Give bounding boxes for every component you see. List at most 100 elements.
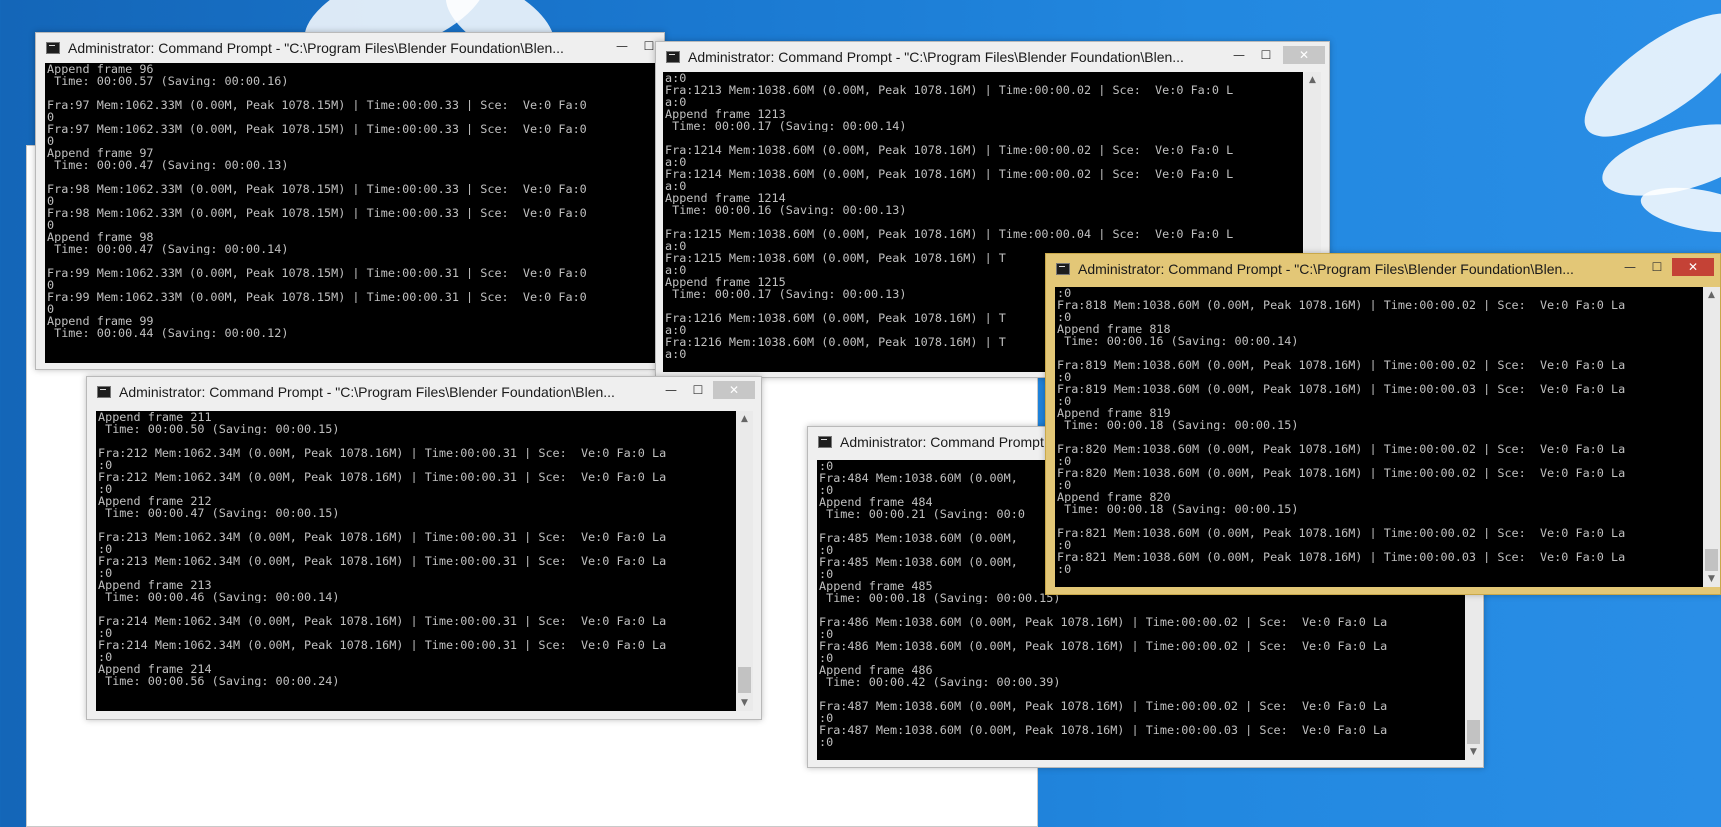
minimize-button[interactable]: —: [658, 381, 684, 399]
console-line: :0: [1057, 287, 1072, 299]
title-bar[interactable]: Administrator: Command Prompt - "C:\Prog…: [656, 42, 1329, 72]
console-line: Append frame 1214: [665, 192, 786, 204]
close-button[interactable]: ✕: [1283, 46, 1325, 64]
minimize-button[interactable]: —: [609, 37, 635, 55]
console-line: Append frame 99: [47, 315, 154, 327]
cmd-window-5-active[interactable]: Administrator: Command Prompt - "C:\Prog…: [1045, 253, 1721, 595]
console-line: 0: [47, 279, 55, 291]
console-line: Append frame 819: [1057, 407, 1171, 419]
scroll-up-icon[interactable]: ▲: [1304, 72, 1321, 88]
console-line: Fra:1214 Mem:1038.60M (0.00M, Peak 1078.…: [665, 144, 1234, 156]
scroll-thumb[interactable]: [738, 667, 751, 693]
console-line: Fra:486 Mem:1038.60M (0.00M, Peak 1078.1…: [819, 640, 1388, 652]
console-line: :0: [819, 736, 834, 748]
title-bar[interactable]: Administrator: Command Prompt - "C:\Prog…: [36, 33, 664, 63]
maximize-button[interactable]: ☐: [685, 381, 711, 399]
console-line: Append frame 98: [47, 231, 154, 243]
console-line: Time: 00:00.47 (Saving: 00:00.15): [98, 507, 340, 519]
console-line: a:0: [665, 180, 687, 192]
console-line: Fra:212 Mem:1062.34M (0.00M, Peak 1078.1…: [98, 471, 667, 483]
minimize-button[interactable]: —: [1226, 46, 1252, 64]
console-line: Fra:819 Mem:1038.60M (0.00M, Peak 1078.1…: [1057, 359, 1626, 371]
console-line: 0: [47, 195, 55, 207]
cmd-window-3[interactable]: Administrator: Command Prompt - "C:\Prog…: [86, 376, 762, 720]
console-line: a:0: [665, 72, 687, 84]
cmd-window-1[interactable]: Administrator: Command Prompt - "C:\Prog…: [35, 32, 666, 370]
console-line: Time: 00:00.56 (Saving: 00:00.24): [98, 675, 340, 687]
console-line: Fra:99 Mem:1062.33M (0.00M, Peak 1078.15…: [47, 267, 587, 279]
console-line: Append frame 96: [47, 63, 154, 75]
console-line: Fra:99 Mem:1062.33M (0.00M, Peak 1078.15…: [47, 291, 587, 303]
cmd-icon: [1056, 263, 1070, 275]
console-line: Fra:98 Mem:1062.33M (0.00M, Peak 1078.15…: [47, 207, 587, 219]
console-line: Append frame 212: [98, 495, 212, 507]
console-line: Fra:1214 Mem:1038.60M (0.00M, Peak 1078.…: [665, 168, 1234, 180]
minimize-button[interactable]: —: [1617, 258, 1643, 276]
title-bar[interactable]: Administrator: Command Prompt - "C:\Prog…: [1046, 254, 1720, 284]
console-line: Time: 00:00.57 (Saving: 00:00.16): [47, 75, 289, 87]
console-line: :0: [98, 459, 113, 471]
scroll-thumb[interactable]: [1467, 720, 1480, 744]
console-line: Fra:213 Mem:1062.34M (0.00M, Peak 1078.1…: [98, 531, 667, 543]
console-line: Fra:97 Mem:1062.33M (0.00M, Peak 1078.15…: [47, 123, 587, 135]
vertical-scrollbar[interactable]: ▲ ▼: [1703, 287, 1720, 587]
console-output[interactable]: Append frame 211 Time: 00:00.50 (Saving:…: [96, 411, 736, 711]
console-line: Time: 00:00.47 (Saving: 00:00.14): [47, 243, 289, 255]
console-line: Time: 00:00.44 (Saving: 00:00.12): [47, 327, 289, 339]
console-line: Append frame 820: [1057, 491, 1171, 503]
scroll-down-icon[interactable]: ▼: [1703, 571, 1720, 587]
vertical-scrollbar[interactable]: ▲ ▼: [736, 411, 753, 711]
console-line: Fra:819 Mem:1038.60M (0.00M, Peak 1078.1…: [1057, 383, 1626, 395]
console-line: :0: [98, 651, 113, 663]
console-line: Append frame 211: [98, 411, 212, 423]
console-line: Fra:821 Mem:1038.60M (0.00M, Peak 1078.1…: [1057, 527, 1626, 539]
console-line: Time: 00:00.17 (Saving: 00:00.14): [665, 120, 907, 132]
console-line: Time: 00:00.47 (Saving: 00:00.13): [47, 159, 289, 171]
window-title: Administrator: Command Prompt - "C:\Prog…: [68, 40, 564, 56]
console-line: Fra:1215 Mem:1038.60M (0.00M, Peak 1078.…: [665, 228, 1234, 240]
console-line: :0: [98, 483, 113, 495]
cmd-icon: [666, 51, 680, 63]
scroll-up-icon[interactable]: ▲: [1703, 287, 1720, 303]
scroll-down-icon[interactable]: ▼: [736, 695, 753, 711]
maximize-button[interactable]: ☐: [1644, 258, 1670, 276]
console-line: Time: 00:00.42 (Saving: 00:00.39): [819, 676, 1061, 688]
maximize-button[interactable]: ☐: [1253, 46, 1279, 64]
console-line: Fra:820 Mem:1038.60M (0.00M, Peak 1078.1…: [1057, 467, 1626, 479]
console-line: 0: [47, 111, 55, 123]
title-bar[interactable]: Administrator: Command Prompt - "C:\Prog…: [87, 377, 761, 407]
console-line: :0: [1057, 395, 1072, 407]
console-line: Fra:98 Mem:1062.33M (0.00M, Peak 1078.15…: [47, 183, 587, 195]
console-line: :0: [1057, 371, 1072, 383]
console-line: 0: [47, 135, 55, 147]
console-line: Time: 00:00.46 (Saving: 00:00.14): [98, 591, 340, 603]
scroll-thumb[interactable]: [1705, 549, 1718, 571]
console-line: :0: [1057, 311, 1072, 323]
console-line: Fra:486 Mem:1038.60M (0.00M, Peak 1078.1…: [819, 616, 1388, 628]
console-line: a:0: [665, 96, 687, 108]
console-line: Fra:820 Mem:1038.60M (0.00M, Peak 1078.1…: [1057, 443, 1626, 455]
console-line: Time: 00:00.50 (Saving: 00:00.15): [98, 423, 340, 435]
console-output[interactable]: Append frame 96 Time: 00:00.57 (Saving: …: [45, 63, 666, 363]
console-line: :0: [98, 543, 113, 555]
scroll-up-icon[interactable]: ▲: [736, 411, 753, 427]
console-line: Fra:818 Mem:1038.60M (0.00M, Peak 1078.1…: [1057, 299, 1626, 311]
console-line: Fra:487 Mem:1038.60M (0.00M, Peak 1078.1…: [819, 700, 1388, 712]
console-line: Fra:97 Mem:1062.33M (0.00M, Peak 1078.15…: [47, 99, 587, 111]
console-line: :0: [819, 712, 834, 724]
console-output[interactable]: :0 Fra:818 Mem:1038.60M (0.00M, Peak 1078…: [1055, 287, 1703, 587]
console-line: :0: [1057, 455, 1072, 467]
close-button[interactable]: ✕: [1672, 258, 1714, 276]
scroll-down-icon[interactable]: ▼: [1465, 744, 1482, 760]
close-button[interactable]: ✕: [713, 381, 755, 399]
cmd-icon: [97, 386, 111, 398]
console-line: :0: [1057, 563, 1072, 575]
